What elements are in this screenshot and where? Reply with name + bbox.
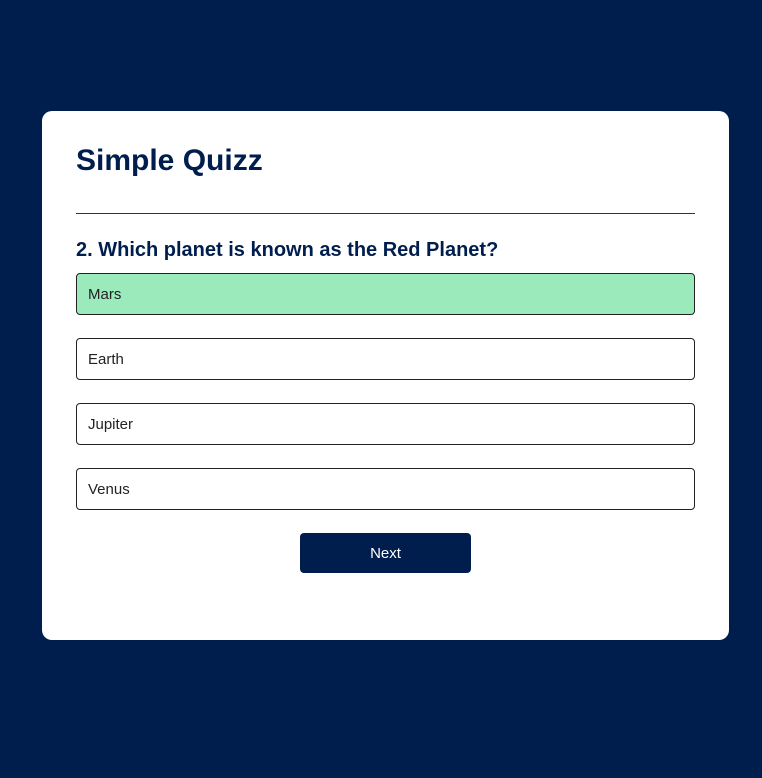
title-divider [76,213,695,214]
quiz-card: Simple Quizz 2. Which planet is known as… [42,111,729,640]
question-text: 2. Which planet is known as the Red Plan… [76,239,499,261]
answer-button-jupiter[interactable]: Jupiter [76,403,695,445]
answer-button-mars[interactable]: Mars [76,273,695,315]
quiz-section: 2. Which planet is known as the Red Plan… [76,237,695,573]
answer-button-venus[interactable]: Venus [76,468,695,510]
answer-button-earth[interactable]: Earth [76,338,695,380]
next-button[interactable]: Next [300,533,471,573]
answer-list: Mars Earth Jupiter Venus [76,273,695,510]
page-title: Simple Quizz [76,144,263,177]
